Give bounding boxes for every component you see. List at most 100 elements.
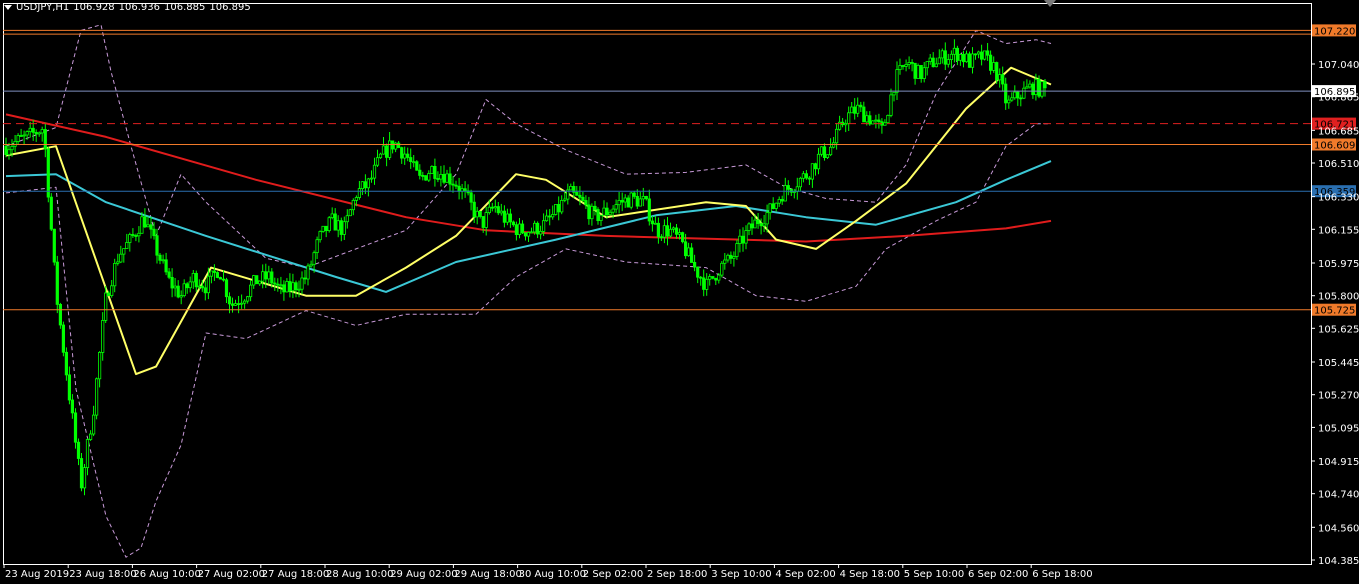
candle-body [913, 62, 917, 79]
candle-body [611, 208, 615, 213]
candle-body [514, 224, 519, 235]
candle-body [430, 165, 434, 174]
candle-body [635, 195, 639, 207]
candle-body [372, 164, 377, 179]
candle-body [185, 283, 189, 289]
candle-body [557, 203, 561, 213]
candle-body [520, 223, 525, 234]
candle-body [1004, 83, 1008, 104]
price-tick-label: 106.685 [1318, 126, 1359, 137]
candle-body [835, 128, 839, 144]
candle-body [472, 201, 476, 218]
candle-body [774, 202, 778, 209]
candle-body [575, 191, 579, 196]
chart-shift-marker-icon[interactable] [1044, 0, 1056, 7]
candle-body [901, 65, 905, 67]
candle-body [973, 53, 978, 56]
candle-body [783, 185, 787, 202]
price-tick-label: 104.385 [1318, 556, 1359, 567]
price-tick-label: 105.625 [1318, 324, 1359, 335]
time-tick-label: 29 Aug 18:00 [454, 569, 521, 580]
candle-body [946, 59, 950, 65]
candle-body [248, 284, 253, 298]
candle-body [188, 281, 192, 289]
candle-body [448, 173, 452, 185]
price-tick-label: 106.330 [1318, 193, 1359, 204]
candle-body [868, 115, 872, 125]
candle-body [629, 192, 633, 208]
candle-body [714, 277, 718, 281]
candle-body [750, 223, 754, 229]
candle-body [16, 135, 20, 142]
candle [424, 175, 428, 181]
candle-body [131, 234, 135, 236]
candle-body [116, 261, 120, 264]
candle [886, 114, 890, 124]
price-tick-label: 105.095 [1318, 423, 1359, 434]
candle-body [49, 196, 53, 230]
time-tick-label: 29 Aug 02:00 [390, 569, 457, 580]
candle-body [1037, 78, 1041, 97]
price-tick-label: 106.865 [1318, 93, 1359, 104]
time-tick-label: 28 Aug 10:00 [326, 569, 393, 580]
candle-body [756, 219, 760, 225]
candle [58, 302, 63, 329]
candle [327, 216, 331, 233]
candle-body [478, 210, 482, 217]
candle-body [279, 284, 283, 287]
candle-body [40, 129, 44, 134]
candle-body [424, 175, 428, 181]
candle-body [1010, 97, 1014, 101]
candle-body [224, 279, 229, 298]
candle [321, 225, 325, 233]
candle [52, 228, 56, 266]
candle-body [623, 197, 627, 203]
candle-body [807, 177, 812, 180]
candle-body [282, 284, 286, 293]
candle-body [526, 231, 531, 237]
candle-body [777, 198, 781, 204]
candle-body [381, 145, 386, 155]
candle-body [55, 261, 59, 305]
candle-body [209, 270, 213, 277]
price-tick-label: 104.915 [1318, 457, 1359, 468]
candle [215, 271, 219, 279]
candle-body [76, 441, 81, 459]
candle-body [732, 256, 736, 259]
candle-body [330, 213, 334, 218]
candle [1040, 80, 1044, 99]
candle-body [13, 140, 17, 147]
candle-body [360, 181, 365, 189]
candle-body [149, 224, 153, 230]
candle [629, 191, 633, 210]
candle-body [261, 271, 265, 282]
candle [967, 51, 972, 68]
candle-body [771, 203, 775, 210]
candle-body [729, 254, 733, 259]
dropdown-triangle-icon[interactable] [4, 4, 12, 10]
candle-body [85, 439, 90, 469]
candle-body [883, 122, 887, 126]
candle-body [886, 115, 890, 124]
candle-body [273, 282, 277, 285]
candle-body [191, 272, 195, 283]
candle-body [4, 145, 8, 155]
candle-body [1031, 83, 1035, 96]
candle-body [164, 259, 168, 273]
high-value: 106.936 [118, 2, 161, 13]
candle-body [850, 106, 854, 114]
candle-body [992, 62, 996, 71]
candle-body [599, 214, 603, 222]
candle-body [699, 276, 703, 279]
candle-body [134, 235, 138, 237]
candle-body [717, 274, 721, 281]
candle-body [31, 127, 35, 133]
candle-body [270, 271, 274, 284]
price-chart[interactable]: 107.220106.895106.721106.609106.359105.7… [0, 0, 1359, 584]
candle-body [294, 282, 298, 291]
candle [916, 63, 920, 79]
candle-body [1001, 74, 1005, 85]
candle-body [137, 232, 141, 237]
candle-body [493, 206, 497, 209]
candle-body [925, 61, 929, 69]
